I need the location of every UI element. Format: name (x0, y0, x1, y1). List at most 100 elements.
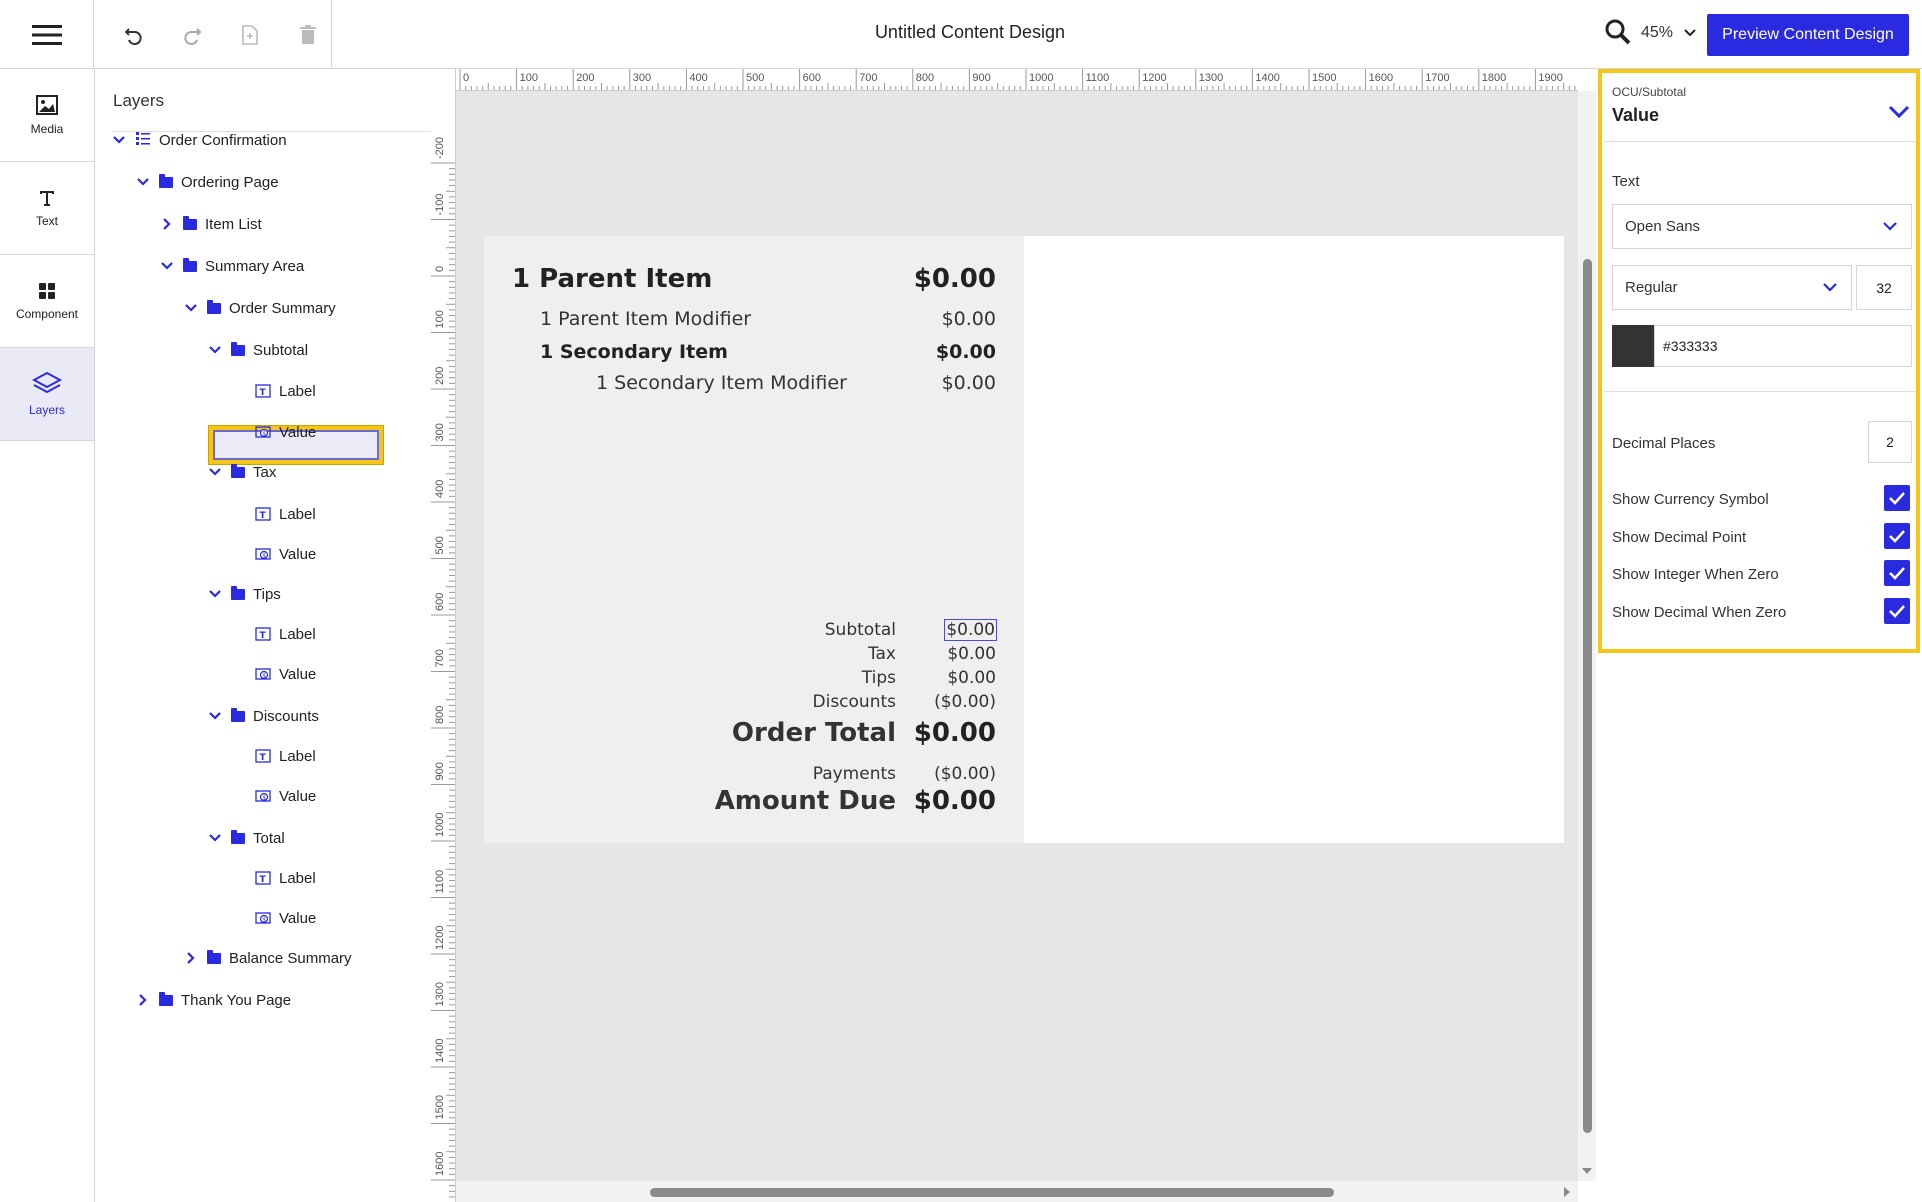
chevron-down-icon[interactable] (207, 467, 223, 477)
layer-folder-item[interactable]: Tax (207, 457, 276, 487)
show-currency-symbol-checkbox[interactable] (1884, 485, 1910, 511)
show-decimal-when-zero-checkbox[interactable] (1884, 598, 1910, 624)
order-total-value[interactable]: $0.00 (914, 718, 996, 748)
menu-button[interactable] (0, 0, 94, 69)
chevron-right-icon[interactable] (183, 951, 199, 965)
discounts-value[interactable]: ($0.00) (934, 692, 996, 712)
divider (1604, 391, 1916, 392)
design-canvas[interactable]: 1 Parent Item $0.00 1 Parent Item Modifi… (456, 91, 1578, 1181)
chevron-down-icon[interactable] (207, 589, 223, 599)
show-integer-when-zero-checkbox[interactable] (1884, 560, 1910, 586)
item-price-4[interactable]: $0.00 (942, 372, 996, 394)
nav-text[interactable]: Text (0, 162, 94, 255)
layer-label: Order Confirmation (159, 131, 287, 149)
layer-label: Summary Area (205, 257, 305, 275)
item-name-1[interactable]: 1 Parent Item (512, 264, 712, 294)
payments-label[interactable]: Payments (813, 764, 896, 784)
font-weight-select[interactable]: Regular (1612, 265, 1852, 310)
layer-leaf-item[interactable]: T Label (231, 741, 316, 771)
layer-leaf-item[interactable]: $ Value (231, 539, 316, 569)
item-name-4[interactable]: 1 Secondary Item Modifier (596, 372, 847, 394)
scroll-right-arrow-icon[interactable] (1562, 1185, 1572, 1199)
ruler-tick-label: 600 (434, 593, 446, 611)
horizontal-scroll-thumb[interactable] (650, 1188, 1334, 1197)
layer-leaf-item[interactable]: T Label (231, 376, 316, 406)
item-price-3[interactable]: $0.00 (936, 341, 996, 363)
redo-button[interactable] (174, 17, 210, 53)
zoom-dropdown[interactable]: 45% (1641, 24, 1697, 42)
collapse-chevron-icon[interactable] (1886, 99, 1912, 125)
layer-folder-item[interactable]: Total (207, 823, 285, 853)
order-summary-block[interactable]: 1 Parent Item $0.00 1 Parent Item Modifi… (484, 236, 1024, 843)
nav-component[interactable]: Component (0, 255, 94, 348)
item-name-2[interactable]: 1 Parent Item Modifier (540, 308, 751, 330)
layer-leaf-item[interactable]: $ Value (231, 417, 316, 447)
font-size-input[interactable]: 32 (1856, 265, 1912, 310)
layer-folder-item[interactable]: Ordering Page (135, 167, 279, 197)
tax-value[interactable]: $0.00 (947, 644, 996, 664)
delete-button[interactable] (290, 17, 326, 53)
chevron-down-icon[interactable] (183, 303, 199, 313)
layer-leaf-item[interactable]: $ Value (231, 903, 316, 933)
show-decimal-point-checkbox[interactable] (1884, 523, 1910, 549)
layer-folder-item[interactable]: Subtotal (207, 335, 308, 365)
item-price-2[interactable]: $0.00 (942, 308, 996, 330)
layer-leaf-item[interactable]: T Label (231, 863, 316, 893)
layer-folder-item[interactable]: Tips (207, 579, 281, 609)
svg-text:T: T (260, 631, 267, 641)
layer-leaf-item[interactable]: T Label (231, 619, 316, 649)
layer-folder-item[interactable]: Item List (159, 209, 262, 239)
color-hex-input[interactable]: #333333 (1654, 325, 1912, 367)
item-price-1[interactable]: $0.00 (914, 264, 996, 294)
chevron-down-icon[interactable] (159, 261, 175, 271)
ruler-tick-label: -200 (434, 137, 446, 159)
undo-button[interactable] (116, 17, 152, 53)
chevron-down-icon[interactable] (111, 135, 127, 145)
scroll-down-arrow-icon[interactable] (1580, 1166, 1594, 1176)
decimal-places-input[interactable]: 2 (1868, 421, 1912, 463)
layer-folder-item[interactable]: Balance Summary (183, 943, 352, 973)
artboard[interactable]: 1 Parent Item $0.00 1 Parent Item Modifi… (484, 236, 1564, 843)
tips-value[interactable]: $0.00 (947, 668, 996, 688)
layer-leaf-item[interactable]: $ Value (231, 781, 316, 811)
order-total-label[interactable]: Order Total (732, 718, 896, 748)
subtotal-label[interactable]: Subtotal (825, 620, 896, 640)
layer-label: Thank You Page (181, 991, 292, 1009)
payments-value[interactable]: ($0.00) (934, 764, 996, 784)
ruler-tick-label: 900 (434, 762, 446, 780)
currency-value-icon: $ (255, 546, 271, 562)
chevron-right-icon[interactable] (159, 217, 175, 231)
chevron-down-icon[interactable] (207, 711, 223, 721)
color-swatch[interactable] (1612, 325, 1654, 367)
chevron-right-icon[interactable] (135, 993, 151, 1007)
nav-media[interactable]: Media (0, 69, 94, 162)
text-section-label: Text (1612, 173, 1640, 190)
layer-leaf-item[interactable]: $ Value (231, 659, 316, 689)
amount-due-value[interactable]: $0.00 (914, 786, 996, 816)
vertical-scrollbar[interactable] (1578, 91, 1596, 1181)
layer-folder-item[interactable]: Order Summary (183, 293, 336, 323)
duplicate-button[interactable] (232, 17, 268, 53)
chevron-down-icon[interactable] (135, 177, 151, 187)
layer-folder-item[interactable]: Summary Area (159, 251, 304, 281)
zoom-search-button[interactable] (1604, 18, 1636, 50)
font-family-select[interactable]: Open Sans (1612, 204, 1912, 249)
layer-leaf-item[interactable]: T Label (231, 499, 316, 529)
discounts-label[interactable]: Discounts (813, 692, 897, 712)
tax-label[interactable]: Tax (868, 644, 896, 664)
tips-label[interactable]: Tips (862, 668, 896, 688)
layer-folder-item[interactable]: Discounts (207, 701, 319, 731)
currency-value-icon: $ (255, 788, 271, 804)
chevron-down-icon[interactable] (207, 345, 223, 355)
layer-folder-item[interactable]: Thank You Page (135, 985, 291, 1015)
chevron-down-icon[interactable] (207, 833, 223, 843)
nav-layers[interactable]: Layers (0, 348, 94, 441)
item-name-3[interactable]: 1 Secondary Item (540, 341, 728, 363)
horizontal-scrollbar[interactable] (456, 1181, 1578, 1202)
vertical-scroll-thumb[interactable] (1583, 259, 1592, 1133)
layer-label: Item List (205, 215, 262, 233)
amount-due-label[interactable]: Amount Due (715, 786, 896, 816)
layer-folder-item[interactable]: Order Confirmation (111, 125, 287, 155)
preview-content-design-button[interactable]: Preview Content Design (1707, 14, 1909, 56)
subtotal-value[interactable]: $0.00 (944, 619, 997, 641)
